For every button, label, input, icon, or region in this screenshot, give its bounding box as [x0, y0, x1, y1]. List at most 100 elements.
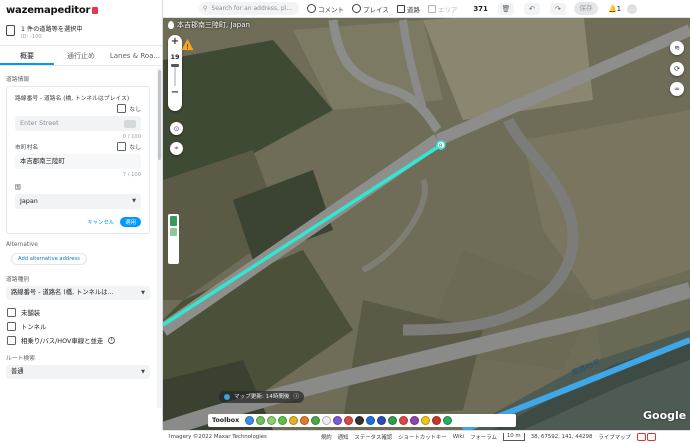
tool-lightgreen-icon[interactable] [267, 416, 277, 425]
tool-check-icon[interactable] [388, 416, 398, 425]
toolbox-label[interactable]: Toolbox [212, 417, 239, 424]
panel-scrollbar[interactable] [157, 68, 162, 408]
link-wiki[interactable]: Wiki [453, 434, 464, 440]
tool-alert-icon[interactable] [432, 416, 442, 425]
link-icon: ∞ [674, 85, 680, 93]
link-shortcuts[interactable]: ショートカットキー [398, 433, 447, 441]
info-icon[interactable]: ⓘ [294, 391, 300, 403]
link-terms[interactable]: 規約 [321, 433, 332, 441]
app-root: wazemapeditor 1 件の道路等を選択中 ID: -100 概要 通行… [0, 0, 690, 443]
undo-icon: ↶ [529, 4, 535, 13]
undo-button[interactable]: ↶ [523, 2, 540, 15]
tool-tree-icon[interactable] [311, 416, 321, 425]
tool-help-icon[interactable] [421, 416, 431, 425]
unpaved-checkbox[interactable] [7, 308, 16, 317]
locate-button[interactable]: ⊙ [170, 122, 183, 135]
search-input[interactable]: ⚲ Search for an address, pl... [199, 2, 299, 15]
locate-icon: ⊙ [173, 124, 180, 133]
redo-button[interactable]: ↷ [549, 2, 566, 15]
satellite-imagery: 国道45号 B [163, 0, 690, 430]
comment-label: コメント [318, 5, 344, 14]
map-canvas[interactable]: 国道45号 B [163, 0, 690, 430]
tool-darkblue-icon[interactable] [377, 416, 387, 425]
tool-violet-icon[interactable] [410, 416, 420, 425]
logo-mark-icon [92, 7, 99, 14]
city-input[interactable]: 本吉郡南三陸町 [15, 154, 141, 169]
waze-logo[interactable]: wazemapeditor [6, 5, 156, 16]
link-status[interactable]: ステータス確認 [354, 433, 392, 441]
keyboard-icon[interactable] [124, 119, 136, 128]
city-none-group: なし [117, 142, 141, 151]
tool-purple-icon[interactable] [333, 416, 343, 425]
zoom-slider-handle[interactable] [171, 64, 179, 67]
notifications-button[interactable]: 🔔1 [608, 5, 621, 13]
zoom-control: + 19 − [168, 35, 182, 111]
info-icon[interactable]: i [108, 337, 116, 344]
city-none-label: なし [129, 145, 141, 151]
link-forum[interactable]: フォーラム [470, 433, 497, 441]
apply-button[interactable]: 適用 [120, 217, 141, 227]
tool-red-icon[interactable] [344, 416, 354, 425]
cancel-button[interactable]: キャンセル [87, 218, 114, 226]
add-alternative-button[interactable]: Add alternative address [11, 253, 87, 265]
zoom-out-button[interactable]: − [171, 86, 179, 100]
comment-button[interactable]: コメント [307, 4, 344, 14]
scrollbar-thumb[interactable] [158, 70, 161, 160]
zoom-slider[interactable] [171, 64, 179, 86]
place-button[interactable]: プレイス [352, 4, 389, 14]
area-button[interactable]: エリア [427, 4, 457, 14]
redo-icon: ↷ [555, 4, 561, 13]
tab-lanes[interactable]: Lanes & Roa... [108, 46, 162, 65]
tool-leaf-icon[interactable] [278, 416, 288, 425]
tool-stop-icon[interactable] [399, 416, 409, 425]
search-placeholder: Search for an address, pl... [211, 5, 293, 12]
segment-icon [6, 25, 15, 36]
road-icon [396, 4, 405, 13]
location-label: 本吉郡南三陸町, Japan [168, 20, 250, 30]
avatar[interactable] [627, 3, 638, 14]
share-link-button[interactable]: ∞ [670, 82, 684, 96]
tool-orange-icon[interactable] [300, 416, 310, 425]
road-type-value: 路線番号 - 道路名 (橋, トンネルは... [11, 289, 114, 296]
street-none-checkbox[interactable] [117, 104, 127, 113]
live-map-link[interactable]: ライブマップ [598, 433, 630, 441]
road-type-select[interactable]: 路線番号 - 道路名 (橋, トンネルは... ▼ [6, 286, 150, 300]
link-notice[interactable]: 通知 [338, 433, 349, 441]
tab-closures[interactable]: 通行止め [54, 46, 108, 65]
country-select[interactable]: Japan ▼ [15, 194, 141, 209]
hov-checkbox[interactable] [7, 336, 16, 345]
layers-icon: ≋ [674, 44, 680, 52]
street-view-panel[interactable] [168, 214, 179, 264]
tool-yellow-icon[interactable] [289, 416, 299, 425]
share-icon[interactable] [646, 433, 656, 441]
street-input[interactable]: Enter Street [15, 116, 141, 131]
gps-button[interactable]: ⌖ [170, 142, 183, 155]
city-none-checkbox[interactable] [117, 142, 127, 151]
tool-plus-icon[interactable] [355, 416, 365, 425]
save-button[interactable]: 保存 [573, 2, 598, 15]
routing-select[interactable]: 普通 ▼ [6, 365, 150, 379]
tool-green-icon[interactable] [256, 416, 266, 425]
city-label: 市町村名 [15, 145, 39, 151]
road-button[interactable]: 道路 [396, 4, 420, 14]
tool-green2-icon[interactable] [443, 416, 453, 425]
street-view-icon [170, 216, 177, 226]
logo-text: wazemapeditor [6, 5, 91, 16]
refresh-button[interactable]: ⟳ [670, 62, 684, 76]
permalink-icon[interactable] [636, 433, 646, 441]
trash-button[interactable]: 🗑 [497, 2, 514, 15]
tab-general[interactable]: 概要 [0, 46, 54, 65]
chevron-down-icon: ▼ [132, 198, 136, 204]
location-text: 本吉郡南三陸町, Japan [177, 21, 250, 29]
tool-blue-icon[interactable] [366, 416, 376, 425]
tunnel-checkbox[interactable] [7, 322, 16, 331]
road-type-heading: 道路種別 [6, 277, 30, 283]
zoom-in-button[interactable]: + [171, 35, 179, 49]
city-row: 市町村名 なし [15, 142, 141, 151]
tool-grid-icon[interactable] [322, 416, 332, 425]
layers-button[interactable]: ≋ [670, 41, 684, 55]
svg-text:B: B [439, 144, 443, 150]
tool-arrow-icon[interactable] [245, 416, 255, 425]
warning-icon[interactable]: ! [181, 38, 194, 51]
trash-icon: 🗑 [501, 4, 511, 13]
